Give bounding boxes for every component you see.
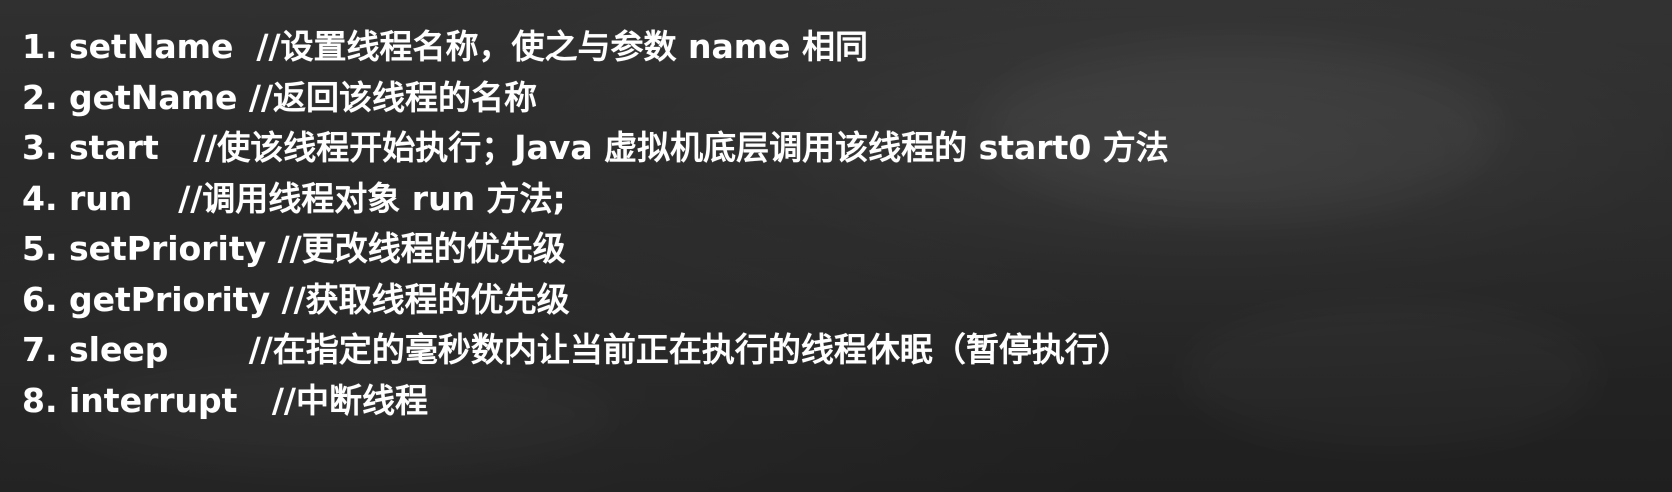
chalkboard-slide: 1. setName //设置线程名称，使之与参数 name 相同 2. get… [0, 0, 1672, 492]
method-line-interrupt: 8. interrupt //中断线程 [22, 380, 428, 420]
chalk-smudge [1180, 300, 1600, 450]
method-line-start: 3. start //使该线程开始执行；Java 虚拟机底层调用该线程的 sta… [22, 128, 1169, 167]
thread-method-list: 1. setName //设置线程名称，使之与参数 name 相同 2. get… [22, 22, 1169, 426]
method-line-getpriority: 6. getPriority //获取线程的优先级 [22, 279, 570, 319]
method-line-setpriority: 5. setPriority //更改线程的优先级 [22, 229, 566, 268]
method-line-setname: 1. setName //设置线程名称，使之与参数 name 相同 [22, 27, 869, 66]
method-line-run: 4. run //调用线程对象 run 方法; [22, 178, 566, 218]
method-line-getname: 2. getName //返回该线程的名称 [22, 77, 538, 117]
method-line-sleep: 7. sleep //在指定的毫秒数内让当前正在执行的线程休眠（暂停执行） [22, 330, 1131, 369]
